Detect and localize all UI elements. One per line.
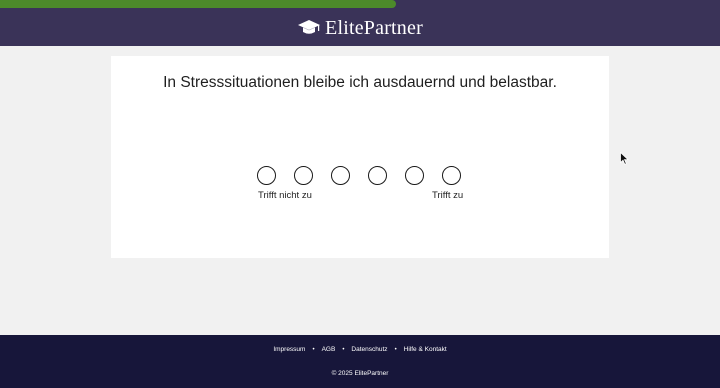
copyright-text: © 2025 ElitePartner — [331, 370, 389, 377]
footer-link-agb[interactable]: AGB — [322, 346, 336, 353]
scale-label-right: Trifft zu — [432, 190, 464, 201]
question-card: In Stresssituationen bleibe ich ausdauer… — [111, 56, 609, 258]
footer-links: Impressum • AGB • Datenschutz • Hilfe & … — [0, 346, 720, 353]
rating-option-3[interactable] — [331, 166, 350, 185]
header-bar: ElitePartner — [0, 0, 720, 46]
progress-bar — [0, 0, 720, 8]
graduation-cap-icon — [298, 20, 321, 34]
rating-scale — [257, 166, 467, 190]
question-text: In Stresssituationen bleibe ich ausdauer… — [163, 74, 557, 91]
mouse-cursor-icon — [620, 152, 629, 165]
logo-text: ElitePartner — [325, 16, 423, 39]
rating-option-5[interactable] — [405, 166, 424, 185]
footer-link-hilfe-kontakt[interactable]: Hilfe & Kontakt — [404, 346, 447, 353]
rating-option-2[interactable] — [294, 166, 313, 185]
footer: Impressum • AGB • Datenschutz • Hilfe & … — [0, 335, 720, 388]
scale-label-left: Trifft nicht zu — [258, 190, 312, 201]
footer-link-impressum[interactable]: Impressum — [273, 346, 305, 353]
footer-link-datenschutz[interactable]: Datenschutz — [351, 346, 387, 353]
rating-option-1[interactable] — [257, 166, 276, 185]
rating-option-6[interactable] — [442, 166, 461, 185]
footer-separator: • — [312, 346, 315, 353]
footer-separator: • — [394, 346, 397, 353]
logo: ElitePartner — [0, 14, 720, 42]
rating-option-4[interactable] — [368, 166, 387, 185]
footer-separator: • — [342, 346, 345, 353]
progress-bar-fill — [0, 0, 396, 8]
